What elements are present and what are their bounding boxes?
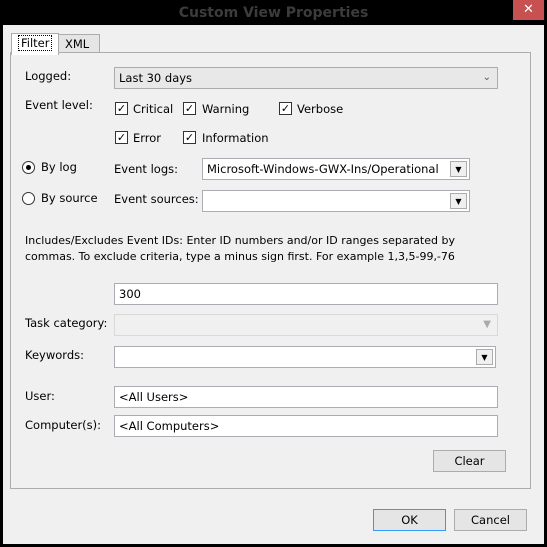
event-sources-combo[interactable]: ▼	[202, 190, 470, 212]
logged-value: Last 30 days	[119, 71, 193, 85]
warning-label: Warning	[202, 102, 250, 116]
user-input[interactable]: <All Users>	[114, 386, 498, 408]
cancel-button[interactable]: Cancel	[454, 509, 527, 531]
verbose-checkbox[interactable]: ✓	[279, 102, 292, 115]
by-source-radio[interactable]	[22, 192, 35, 205]
event-logs-value: Microsoft-Windows-GWX-Ins/Operational	[207, 162, 439, 176]
verbose-label: Verbose	[297, 102, 344, 116]
clear-button[interactable]: Clear	[433, 450, 506, 472]
ok-button[interactable]: OK	[373, 509, 446, 531]
by-log-label: By log	[41, 160, 77, 174]
dropdown-arrow-icon[interactable]: ▼	[450, 161, 467, 177]
information-label: Information	[202, 131, 269, 145]
event-level-label: Event level:	[25, 98, 93, 112]
keywords-combo[interactable]: ▼	[114, 346, 496, 368]
tab-xml[interactable]: XML	[58, 34, 100, 54]
task-category-combo[interactable]: ▼	[114, 314, 498, 336]
event-sources-label: Event sources:	[114, 192, 199, 206]
by-log-radio[interactable]	[22, 161, 35, 174]
close-button[interactable]: ✕	[513, 0, 544, 20]
tab-filter[interactable]: Filter	[11, 33, 59, 55]
keywords-label: Keywords:	[25, 348, 84, 362]
tab-label: Filter	[18, 35, 53, 51]
computers-label: Computer(s):	[25, 418, 102, 432]
event-ids-help: Includes/Excludes Event IDs: Enter ID nu…	[25, 234, 455, 263]
by-source-label: By source	[41, 191, 98, 205]
close-icon: ✕	[523, 2, 534, 17]
event-logs-combo[interactable]: Microsoft-Windows-GWX-Ins/Operational ▼	[202, 158, 470, 180]
chevron-down-icon: ▼	[483, 319, 491, 330]
computers-input[interactable]: <All Computers>	[114, 415, 498, 437]
window-title: Custom View Properties	[178, 5, 369, 21]
logged-label: Logged:	[25, 69, 72, 83]
error-checkbox[interactable]: ✓	[115, 131, 128, 144]
critical-checkbox[interactable]: ✓	[115, 102, 128, 115]
tab-label: XML	[65, 37, 90, 51]
logged-select[interactable]: Last 30 days ⌄	[114, 67, 498, 89]
warning-checkbox[interactable]: ✓	[183, 102, 196, 115]
information-checkbox[interactable]: ✓	[183, 131, 196, 144]
user-label: User:	[25, 389, 55, 403]
chevron-down-icon: ⌄	[482, 72, 491, 83]
dropdown-arrow-icon[interactable]: ▼	[476, 349, 493, 365]
task-category-label: Task category:	[25, 316, 108, 330]
critical-label: Critical	[133, 102, 174, 116]
event-logs-label: Event logs:	[114, 162, 178, 176]
dropdown-arrow-icon[interactable]: ▼	[450, 193, 467, 209]
event-ids-input[interactable]: 300	[114, 283, 498, 305]
error-label: Error	[133, 131, 162, 145]
